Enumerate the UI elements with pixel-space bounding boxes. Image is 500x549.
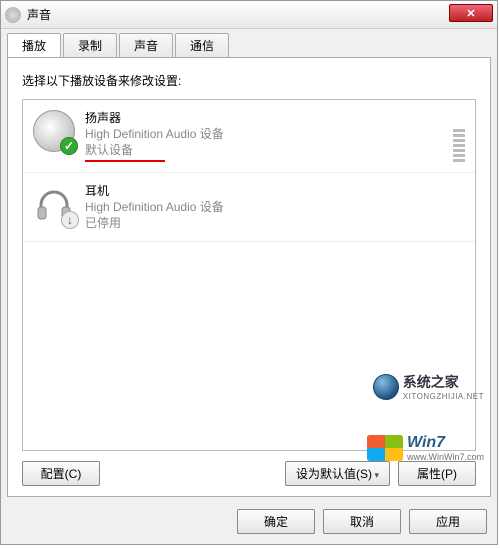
app-icon [5,7,21,23]
sound-dialog-window: 声音 ✕ 播放 录制 声音 通信 选择以下播放设备来修改设置: ✓ 扬声器 Hi… [0,0,498,545]
window-title: 声音 [27,6,51,23]
tab-communications[interactable]: 通信 [175,33,229,57]
device-item-speakers[interactable]: ✓ 扬声器 High Definition Audio 设备 默认设备 [23,100,475,173]
device-status: 已停用 [85,215,224,231]
playback-panel: 选择以下播放设备来修改设置: ✓ 扬声器 High Definition Aud… [7,57,491,497]
device-name: 耳机 [85,183,224,199]
instruction-text: 选择以下播放设备来修改设置: [22,72,476,89]
apply-button[interactable]: 应用 [409,509,487,534]
level-meter [453,110,465,162]
ok-button[interactable]: 确定 [237,509,315,534]
tab-recording[interactable]: 录制 [63,33,117,57]
default-check-icon: ✓ [60,137,78,155]
configure-button[interactable]: 配置(C) [22,461,100,486]
titlebar[interactable]: 声音 ✕ [1,1,497,29]
default-device-label: 默认设备 [85,142,165,161]
headphone-icon: ↓ [33,183,75,225]
tab-sounds[interactable]: 声音 [119,33,173,57]
device-desc: High Definition Audio 设备 [85,126,224,142]
dialog-button-row: 确定 取消 应用 [1,503,497,544]
tab-bar: 播放 录制 声音 通信 [1,29,497,57]
device-item-headphones[interactable]: ↓ 耳机 High Definition Audio 设备 已停用 [23,173,475,243]
close-icon: ✕ [466,7,475,20]
device-list[interactable]: ✓ 扬声器 High Definition Audio 设备 默认设备 ↓ [22,99,476,451]
cancel-button[interactable]: 取消 [323,509,401,534]
close-button[interactable]: ✕ [449,4,493,22]
device-text: 扬声器 High Definition Audio 设备 默认设备 [85,110,224,162]
tab-playback[interactable]: 播放 [7,33,61,57]
speaker-icon: ✓ [33,110,75,152]
properties-button[interactable]: 属性(P) [398,461,476,486]
device-text: 耳机 High Definition Audio 设备 已停用 [85,183,224,232]
disabled-down-icon: ↓ [61,211,79,229]
set-default-button[interactable]: 设为默认值(S) [285,461,390,486]
panel-button-row: 配置(C) 设为默认值(S) 属性(P) [22,461,476,486]
device-desc: High Definition Audio 设备 [85,199,224,215]
device-status: 默认设备 [85,142,224,161]
device-name: 扬声器 [85,110,224,126]
